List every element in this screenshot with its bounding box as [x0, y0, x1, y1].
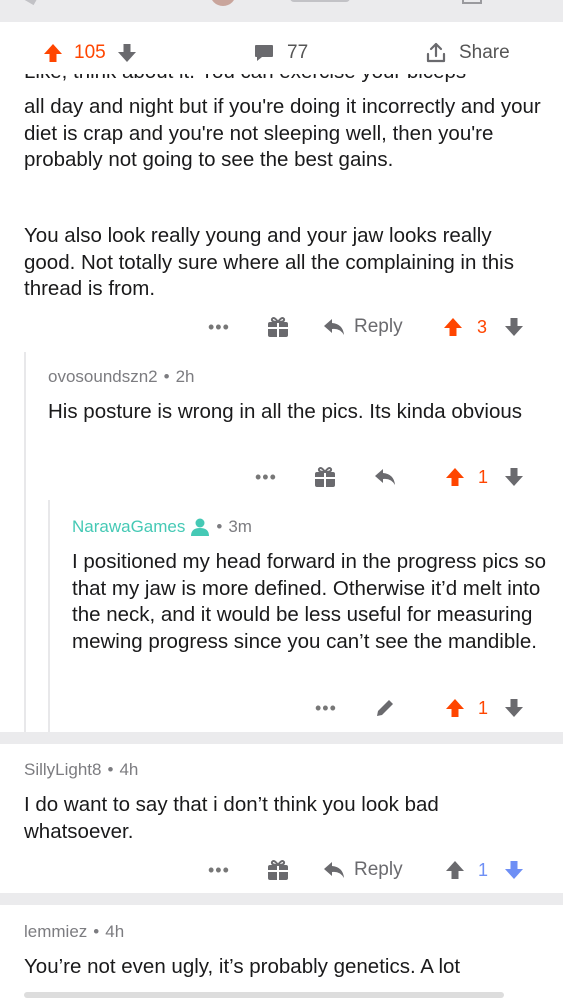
- reply-label: Reply: [354, 859, 403, 880]
- post-score: 105: [74, 42, 106, 63]
- comment-3-text: You’re not even ugly, it’s probably gene…: [24, 955, 461, 978]
- comment-divider: [0, 893, 563, 905]
- reply-2-actions: ••• 1: [0, 693, 563, 723]
- award-icon[interactable]: [313, 465, 337, 489]
- clipped-line: Like, think about it. You can exercise y…: [24, 74, 544, 86]
- comment-divider: [0, 732, 563, 744]
- more-options-icon[interactable]: •••: [255, 467, 277, 488]
- clipped-text-hint: [24, 992, 504, 998]
- comment-3-clipped: [24, 986, 524, 1000]
- separator: •: [107, 760, 114, 779]
- upvote-icon[interactable]: [444, 466, 466, 488]
- reply-icon[interactable]: [373, 467, 397, 487]
- share-label: Share: [459, 42, 510, 63]
- username[interactable]: ovosoundszn2: [48, 367, 158, 387]
- comment-2-actions: ••• Reply 1: [0, 855, 563, 885]
- reply-1-meta: ovosoundszn2 • 2h: [48, 367, 195, 387]
- timestamp: 4h: [105, 922, 125, 941]
- reply-button[interactable]: Reply: [322, 859, 403, 881]
- timestamp: 3m: [228, 517, 252, 536]
- comment-bubble-icon: [253, 42, 275, 64]
- op-user-icon: [190, 517, 210, 537]
- reply-icon: [322, 860, 346, 880]
- username[interactable]: NarawaGames: [72, 517, 185, 537]
- award-icon[interactable]: [266, 315, 290, 339]
- top-strip: [0, 0, 563, 22]
- more-options-icon[interactable]: •••: [208, 860, 230, 881]
- comment-count: 77: [287, 42, 309, 63]
- downvote-icon[interactable]: [503, 316, 525, 338]
- share-icon: [425, 42, 447, 64]
- upvote-icon[interactable]: [442, 316, 464, 338]
- downvote-icon[interactable]: [116, 42, 138, 64]
- timestamp: 4h: [119, 760, 139, 779]
- downvote-icon[interactable]: [503, 697, 525, 719]
- reply-1-actions: ••• 1: [0, 462, 563, 492]
- comment-score: 1: [478, 859, 489, 880]
- post-vote: 105: [42, 42, 138, 64]
- downvote-icon[interactable]: [503, 859, 525, 881]
- more-options-icon[interactable]: •••: [208, 317, 230, 338]
- reply-score: 1: [478, 466, 489, 487]
- reply-2-meta: NarawaGames • 3m: [72, 517, 252, 537]
- reply-label: Reply: [354, 316, 403, 337]
- reply-1-text: His posture is wrong in all the pics. It…: [48, 400, 523, 423]
- ghost-avatar: [210, 0, 236, 6]
- reply-2-text: I positioned my head forward in the prog…: [72, 550, 547, 653]
- comments-button[interactable]: 77: [253, 42, 308, 64]
- more-options-icon[interactable]: •••: [315, 698, 337, 719]
- separator: •: [216, 517, 223, 536]
- ghost-text: [290, 0, 350, 2]
- thread-line: [24, 352, 26, 732]
- ghost-shape: [21, 0, 37, 6]
- comment-2-meta: SillyLight8 • 4h: [24, 760, 138, 780]
- reply-button[interactable]: Reply: [322, 316, 403, 338]
- share-button[interactable]: Share: [425, 42, 510, 64]
- separator: •: [93, 922, 100, 941]
- upvote-icon[interactable]: [444, 697, 466, 719]
- comment-3-meta: lemmiez • 4h: [24, 922, 124, 942]
- downvote-icon[interactable]: [503, 466, 525, 488]
- comment-actions: ••• Reply 3: [0, 312, 563, 342]
- reply-icon: [322, 317, 346, 337]
- ghost-icon: [462, 0, 482, 4]
- upvote-icon[interactable]: [42, 42, 64, 64]
- upvote-icon[interactable]: [444, 859, 466, 881]
- comment-paragraph-1: all day and night but if you're doing it…: [24, 95, 541, 171]
- timestamp: 2h: [175, 367, 195, 386]
- separator: •: [163, 367, 170, 386]
- award-icon[interactable]: [266, 858, 290, 882]
- reply-score: 1: [478, 697, 489, 718]
- clipped-line-text: Like, think about it. You can exercise y…: [24, 74, 544, 86]
- comment-2-text: I do want to say that i don’t think you …: [24, 793, 439, 843]
- edit-pencil-icon[interactable]: [373, 696, 397, 720]
- username[interactable]: SillyLight8: [24, 760, 102, 780]
- comment-score: 3: [477, 316, 488, 337]
- username[interactable]: lemmiez: [24, 922, 87, 942]
- comment-paragraph-2: You also look really young and your jaw …: [24, 224, 514, 300]
